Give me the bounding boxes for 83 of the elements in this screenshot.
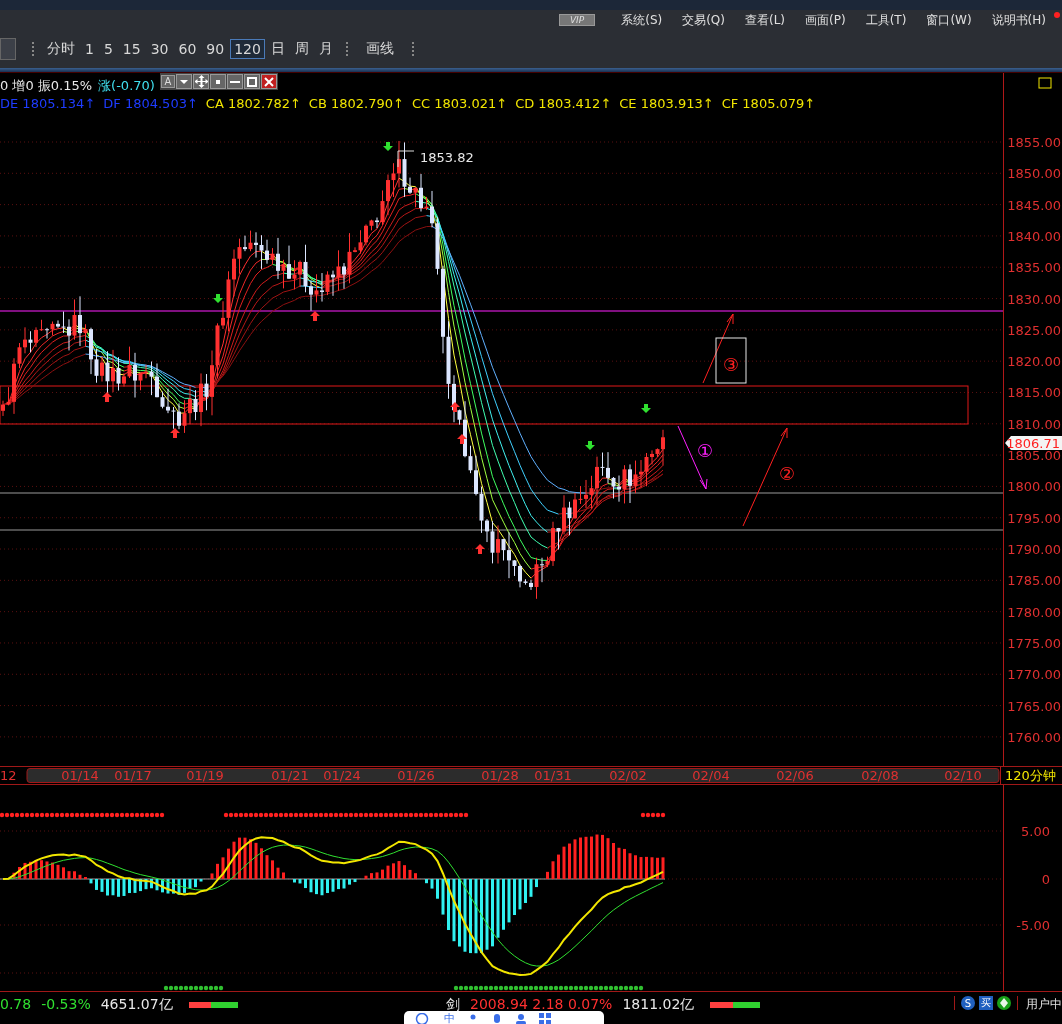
period-tab[interactable]: 日 <box>266 38 289 60</box>
price-tick: 1795.00 <box>1007 510 1061 526</box>
period-tab[interactable]: 30 <box>146 39 173 59</box>
indicator-value: CB 1802.790↑ <box>308 95 404 113</box>
status-value: 0.78 <box>0 996 32 1012</box>
high-price-label: 1853.82 <box>420 150 474 165</box>
date-label: 01/17 <box>114 768 152 783</box>
price-tick: 1785.00 <box>1007 573 1061 589</box>
period-tab[interactable]: 分时 <box>43 38 79 60</box>
date-label: 01/28 <box>481 768 519 783</box>
indicator-value: CA 1802.782↑ <box>205 95 301 113</box>
price-tick: 1820.00 <box>1007 354 1061 370</box>
date-label: 01/14 <box>61 768 99 783</box>
period-tab[interactable]: 90 <box>202 39 229 59</box>
price-tick: 1840.00 <box>1007 228 1061 244</box>
date-label: 01/31 <box>534 768 572 783</box>
price-tick: 1780.00 <box>1007 604 1061 620</box>
indicator-value: CC 1803.021↑ <box>411 95 508 113</box>
status-value: -0.53% <box>41 996 91 1012</box>
price-tick: 1855.00 <box>1007 135 1061 150</box>
date-label: 12 <box>0 768 18 783</box>
price-tick: 1810.00 <box>1007 416 1061 432</box>
indicator-value: CF 1805.079↑ <box>721 95 816 113</box>
date-label: 01/24 <box>323 768 361 783</box>
current-price-tag: 1806.71 <box>1005 436 1062 451</box>
price-tick: 1765.00 <box>1007 698 1061 714</box>
date-label: 02/04 <box>692 768 730 783</box>
price-tick: 1850.00 <box>1007 166 1061 182</box>
price-tick: 1825.00 <box>1007 322 1061 338</box>
status-value: 1811.02亿 <box>622 996 695 1014</box>
menu-item[interactable]: 交易(Q) <box>682 11 725 29</box>
annotation-number: ② <box>778 463 796 484</box>
menu-item[interactable]: 查看(L) <box>745 11 786 29</box>
status-value: 剑 <box>446 996 460 1013</box>
indicator-value: CE 1803.913↑ <box>619 95 714 113</box>
date-label: 01/19 <box>186 768 224 783</box>
annotation-number: ③ <box>722 354 740 375</box>
period-tab[interactable]: 月 <box>314 38 337 60</box>
period-tab[interactable]: 周 <box>290 38 313 60</box>
price-tick: 1830.00 <box>1007 291 1061 307</box>
period-tab[interactable]: 15 <box>118 39 145 59</box>
price-tick: 1805.00 <box>1007 448 1061 464</box>
indicator-value: DF 1804.503↑ <box>103 95 198 113</box>
macd-tick: 0 <box>1041 872 1050 887</box>
price-tick: 1815.00 <box>1007 385 1061 401</box>
date-label: 02/02 <box>609 768 647 783</box>
ime-mode-button[interactable]: 中 <box>444 1012 455 1024</box>
price-tick: 1800.00 <box>1007 479 1061 495</box>
period-tab[interactable]: 1 <box>81 39 98 59</box>
status-value: 4651.07亿 <box>100 996 173 1014</box>
macd-tick: 5.00 <box>1021 824 1050 839</box>
user-center-link[interactable]: 用户中 <box>1026 996 1062 1013</box>
tray-icon[interactable]: S <box>961 996 975 1010</box>
period-label: 120分钟 <box>1000 766 1056 785</box>
tray-icon[interactable]: 买 <box>979 996 993 1010</box>
date-label: 01/26 <box>397 768 435 783</box>
price-tick: 1760.00 <box>1007 729 1061 745</box>
price-tick: 1835.00 <box>1007 260 1061 276</box>
price-tick: 1770.00 <box>1007 667 1061 683</box>
date-label: 02/10 <box>944 768 982 783</box>
price-tick: 1790.00 <box>1007 542 1061 558</box>
quote-stats: 0 增0 振0.15% <box>0 77 93 95</box>
menu-item[interactable]: 窗口(W) <box>926 11 972 29</box>
quote-change: 涨(-0.70) <box>98 77 155 95</box>
menu-item[interactable]: 画面(P) <box>805 11 846 29</box>
menu-item[interactable]: 系统(S) <box>621 11 663 29</box>
draw-line-tab[interactable]: 画线 <box>361 38 398 60</box>
macd-tick: -5.00 <box>1016 918 1050 933</box>
price-tick: 1775.00 <box>1007 635 1061 651</box>
menu-item[interactable]: 工具(T) <box>865 11 907 29</box>
price-tick: 1845.00 <box>1007 197 1061 213</box>
menu-item[interactable]: 说明书(H) <box>991 11 1046 29</box>
font-button[interactable]: A <box>161 75 175 88</box>
indicator-value: DE 1805.134↑ <box>0 95 96 113</box>
period-tab[interactable]: 60 <box>174 39 201 59</box>
date-label: 01/21 <box>271 768 309 783</box>
date-label: 02/06 <box>776 768 814 783</box>
status-value: 2008.94 2.18 0.07% <box>470 996 613 1012</box>
period-tab[interactable]: 120 <box>230 39 265 59</box>
date-label: 02/08 <box>861 768 899 783</box>
annotation-number: ① <box>696 440 714 461</box>
period-tab[interactable]: 5 <box>99 39 117 59</box>
indicator-value: CD 1803.412↑ <box>515 95 612 113</box>
